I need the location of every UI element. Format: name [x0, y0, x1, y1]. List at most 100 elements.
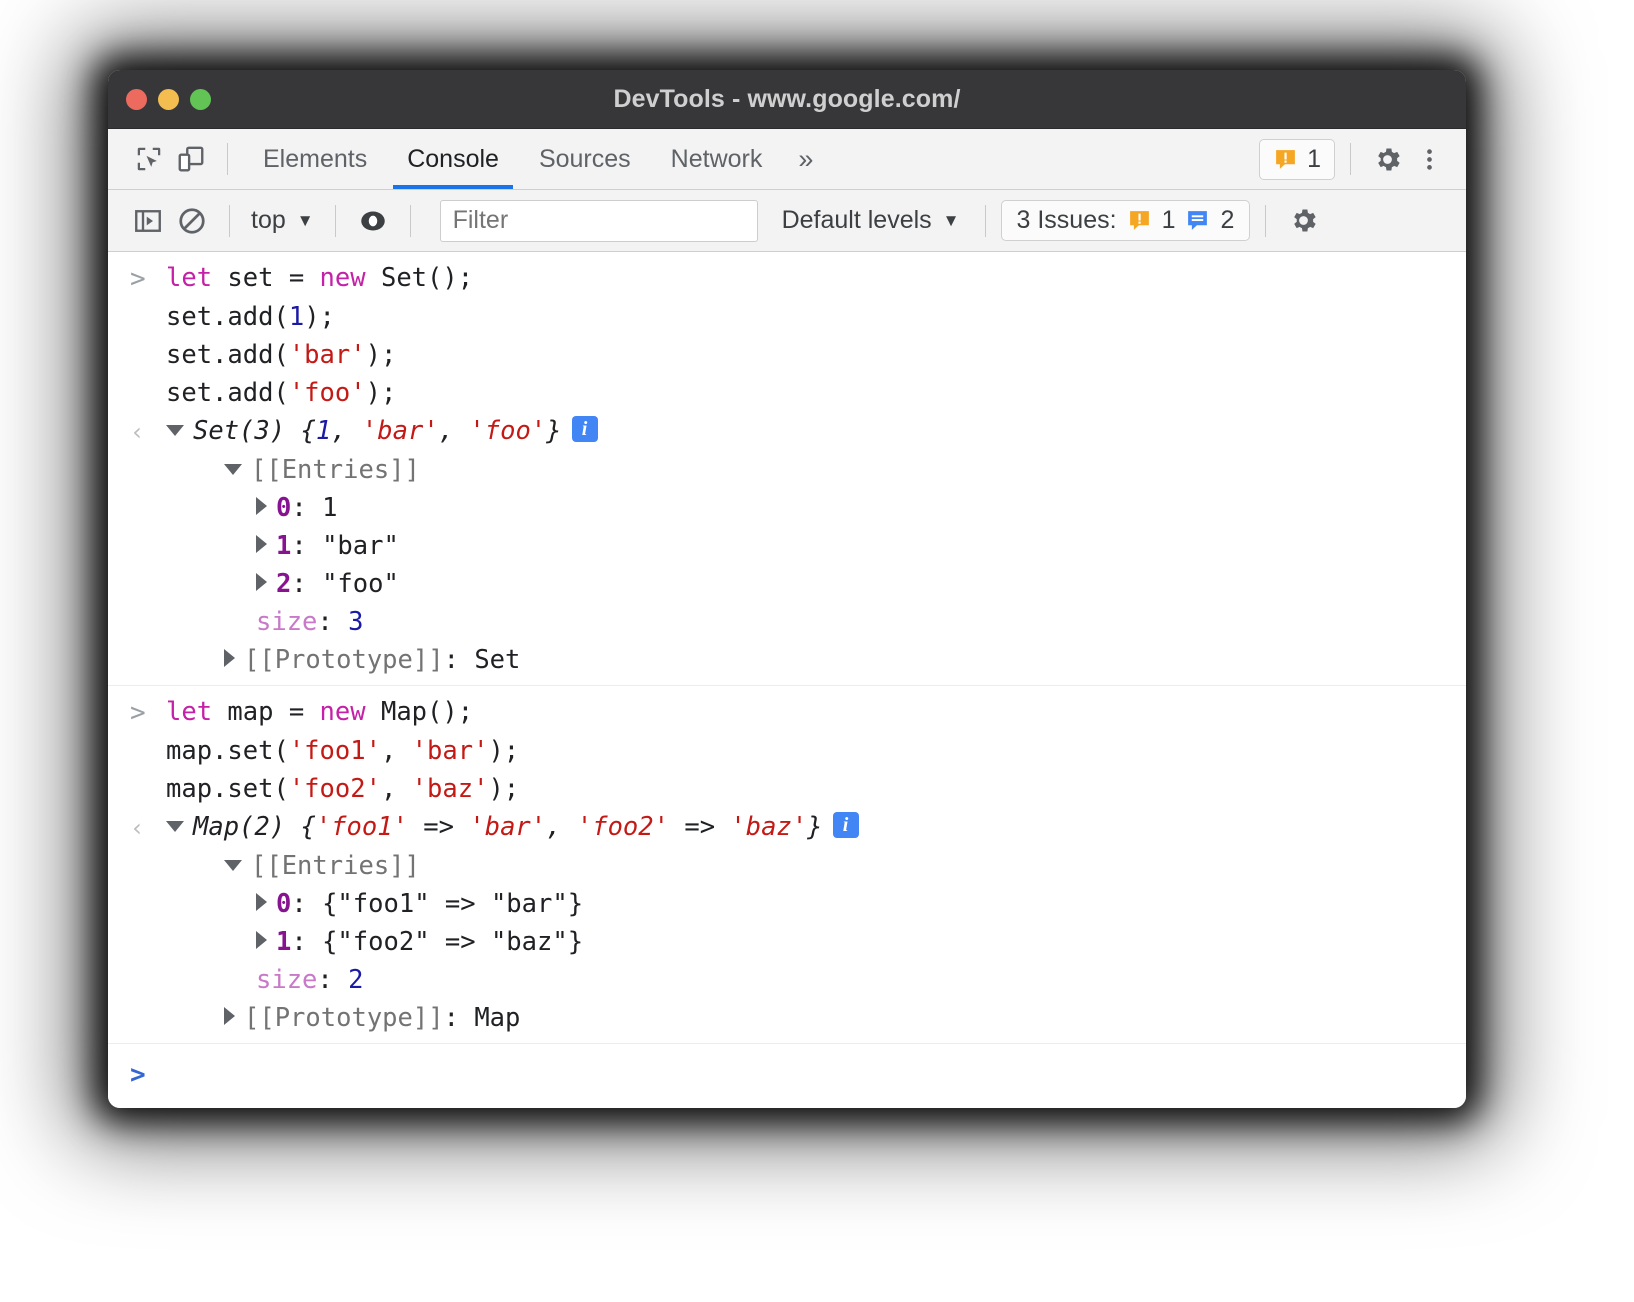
minimize-window-button[interactable] [158, 89, 179, 110]
chevron-down-icon: ▼ [297, 211, 314, 231]
code-token: ); [304, 302, 335, 332]
info-badge-icon[interactable]: i [572, 416, 598, 442]
execution-context-label: top [251, 206, 286, 235]
line-gutter [130, 451, 166, 452]
line-gutter [130, 923, 166, 924]
disclosure-triangle-collapsed-icon[interactable] [256, 535, 267, 553]
code-token: 'foo' [469, 416, 546, 446]
code-token: = [289, 697, 304, 727]
filterbar-divider-2 [335, 205, 336, 237]
execution-context-selector[interactable]: top ▼ [245, 206, 320, 235]
code-token: 1 [289, 302, 304, 332]
prototype-row: [[Prototype]]: Set [108, 641, 1466, 679]
info-message-icon [1185, 208, 1210, 233]
line-gutter [130, 847, 166, 848]
issues-counter-button[interactable]: 3 Issues: 1 2 [1001, 200, 1251, 241]
console-input-line: set.add(1); [108, 298, 1466, 336]
size-property-key: size [256, 965, 317, 995]
code-token: map.set( [166, 736, 289, 766]
tab-console[interactable]: Console [387, 129, 519, 189]
console-prompt-row[interactable]: > [108, 1044, 1466, 1094]
code-token: } [807, 812, 822, 842]
code-token: , [331, 416, 362, 446]
size-property-value: 2 [348, 965, 363, 995]
disclosure-triangle-collapsed-icon[interactable] [224, 649, 235, 667]
disclosure-triangle-collapsed-icon[interactable] [256, 573, 267, 591]
disclosure-triangle-expanded-icon[interactable] [224, 464, 242, 475]
console-line-content: 0: 1 [166, 489, 337, 527]
console-settings-gear-icon[interactable] [1281, 199, 1325, 243]
entries-label: [[Entries]] [251, 455, 420, 485]
show-console-sidebar-icon[interactable] [126, 199, 170, 243]
clear-console-icon[interactable] [170, 199, 214, 243]
entry-key: 1 [276, 927, 291, 957]
code-token: 1 [316, 416, 331, 446]
console-input-line: >let map = new Map(); [108, 693, 1466, 732]
device-toolbar-icon[interactable] [170, 138, 212, 180]
disclosure-triangle-collapsed-icon[interactable] [256, 497, 267, 515]
code-token: 'foo' [289, 378, 366, 408]
more-tabs-icon[interactable]: » [782, 146, 829, 173]
output-arrow-icon: ‹ [130, 413, 144, 451]
code-token: map.set( [166, 774, 289, 804]
warning-count-label: 1 [1307, 145, 1321, 174]
console-line-content: size: 2 [166, 961, 364, 999]
console-input-line: set.add('bar'); [108, 336, 1466, 374]
filter-input[interactable] [440, 200, 758, 242]
console-input-line: map.set('foo1', 'bar'); [108, 732, 1466, 770]
disclosure-triangle-expanded-icon[interactable] [166, 821, 184, 832]
console-line-content: size: 3 [166, 603, 364, 641]
log-levels-selector[interactable]: Default levels ▼ [772, 206, 970, 235]
devtools-window: DevTools - www.google.com/ [108, 70, 1466, 1108]
live-expression-icon[interactable] [351, 199, 395, 243]
zoom-window-button[interactable] [190, 89, 211, 110]
console-output-summary: ‹Set(3) {1, 'bar', 'foo'}i [108, 412, 1466, 451]
issues-info-count: 2 [1220, 206, 1234, 235]
code-token: Map(2) { [193, 812, 316, 842]
panel-tabs: Elements Console Sources Network [243, 129, 782, 189]
entry-separator: : [291, 531, 322, 561]
devtools-tabstrip: Elements Console Sources Network » [108, 129, 1466, 190]
console-messages-area[interactable]: >let set = new Set();set.add(1);set.add(… [108, 252, 1466, 1108]
gear-icon[interactable] [1366, 138, 1408, 180]
screenshot-canvas: DevTools - www.google.com/ [0, 0, 1634, 1302]
tab-sources[interactable]: Sources [519, 129, 651, 189]
entry-key: 2 [276, 569, 291, 599]
inspect-element-icon[interactable] [128, 138, 170, 180]
close-window-button[interactable] [126, 89, 147, 110]
console-line-content: let map = new Map(); [166, 693, 473, 731]
console-line-content: Map(2) {'foo1' => 'bar', 'foo2' => 'baz'… [166, 808, 859, 846]
prototype-label: [[Prototype]] [244, 1003, 444, 1033]
entry-value: {"foo1" => "bar"} [322, 889, 583, 919]
disclosure-triangle-expanded-icon[interactable] [224, 860, 242, 871]
code-token: ); [366, 378, 397, 408]
console-line-content: Set(3) {1, 'bar', 'foo'}i [166, 412, 598, 450]
code-token: , [381, 774, 412, 804]
code-token: } [546, 416, 561, 446]
tab-elements[interactable]: Elements [243, 129, 387, 189]
disclosure-triangle-expanded-icon[interactable] [166, 425, 184, 436]
window-titlebar: DevTools - www.google.com/ [108, 70, 1466, 129]
warning-count-button[interactable]: 1 [1259, 139, 1335, 180]
code-token: => [408, 812, 469, 842]
info-badge-icon[interactable]: i [833, 812, 859, 838]
disclosure-triangle-collapsed-icon[interactable] [256, 893, 267, 911]
input-prompt-icon: > [130, 260, 146, 298]
code-token: ); [366, 340, 397, 370]
disclosure-triangle-collapsed-icon[interactable] [256, 931, 267, 949]
disclosure-triangle-collapsed-icon[interactable] [224, 1007, 235, 1025]
code-token: new [320, 263, 366, 293]
console-line-content: 1: "bar" [166, 527, 399, 565]
code-token: 'foo1' [289, 736, 381, 766]
window-title: DevTools - www.google.com/ [108, 85, 1466, 114]
tabstrip-divider-2 [1350, 143, 1351, 175]
line-gutter [130, 885, 166, 886]
console-input-line: set.add('foo'); [108, 374, 1466, 412]
entries-node: [[Entries]] [108, 451, 1466, 489]
kebab-menu-icon[interactable] [1408, 138, 1450, 180]
warning-icon [1127, 208, 1152, 233]
line-gutter [130, 961, 166, 962]
code-token: Map(); [366, 697, 473, 727]
entry-separator: : [291, 569, 322, 599]
tab-network[interactable]: Network [651, 129, 783, 189]
